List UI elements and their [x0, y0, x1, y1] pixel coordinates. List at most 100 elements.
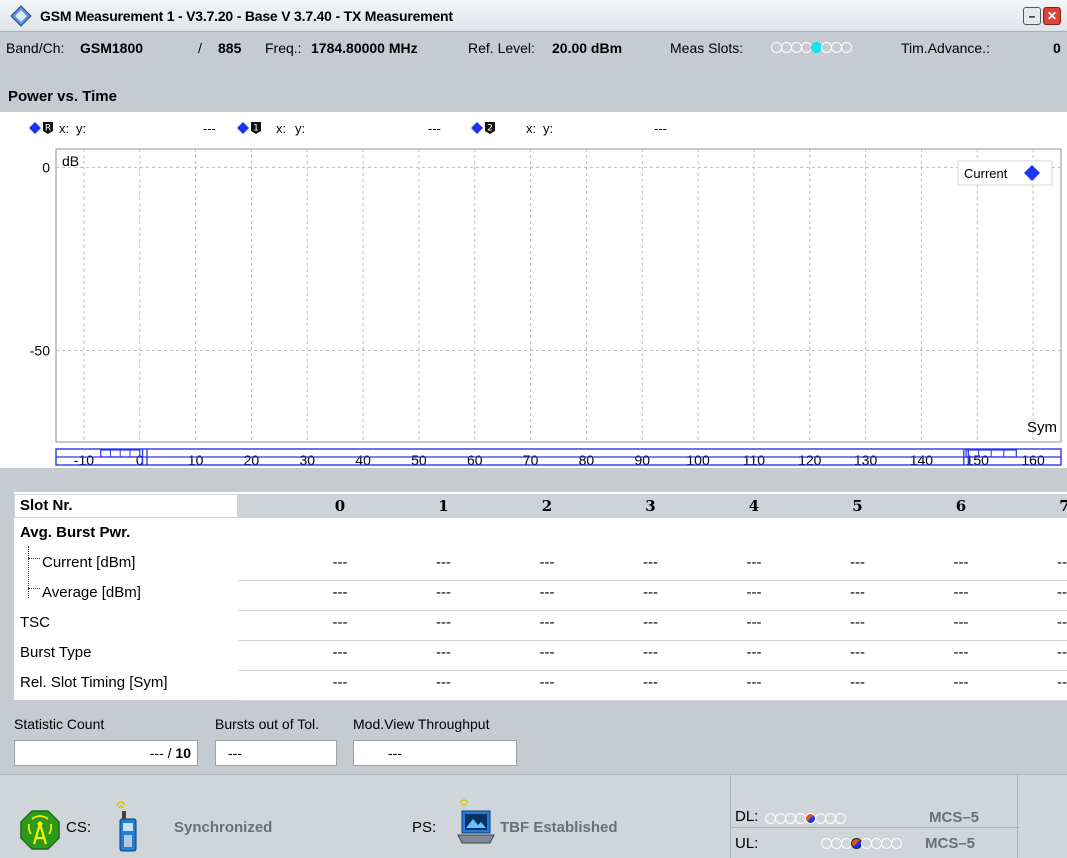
meas-slot-dot[interactable] — [841, 42, 852, 53]
slot-dot — [891, 838, 902, 849]
window-titlebar: GSM Measurement 1 - V3.7.20 - Base V 3.7… — [0, 0, 1067, 32]
slot-number-header: 4 — [748, 497, 760, 515]
freq-label: Freq.: — [265, 40, 302, 56]
mod-view-throughput-label: Mod.View Throughput — [353, 716, 490, 732]
minimize-icon: – — [1028, 9, 1036, 23]
bursts-out-of-tol-value: --- — [228, 745, 242, 761]
legend-entry-label: Current — [964, 166, 1008, 181]
mobile-phone-icon — [116, 801, 137, 852]
close-icon: ✕ — [1046, 9, 1058, 23]
connection-status-bar: CS: Synchronized PS: TBF Established DL:… — [0, 774, 1067, 858]
slot-table-panel: Slot Nr. 0 1 2 3 4 5 6 7 Avg. Burst Pwr. Current [… — [0, 468, 1067, 704]
dl-ul-panel: DL: MCS–5 UL: MCS–5 — [730, 775, 1019, 858]
plot-frame — [55, 148, 1062, 443]
slot-value: --- — [539, 614, 555, 631]
slot-number-header: 2 — [541, 497, 553, 515]
slot-value: --- — [1057, 554, 1067, 571]
slot-value: --- — [643, 584, 658, 601]
slot-value: --- — [850, 674, 865, 691]
row-divider — [238, 610, 1067, 611]
row-label: Rel. Slot Timing [Sym] — [20, 674, 168, 691]
y-tick-label: 0 — [42, 159, 50, 175]
slot-value: --- — [850, 644, 865, 661]
slot-value: --- — [1057, 644, 1067, 661]
row-label: Average [dBm] — [42, 584, 141, 601]
slot-value: --- — [332, 674, 348, 691]
slot-value: --- — [539, 554, 555, 571]
window-title: GSM Measurement 1 - V3.7.20 - Base V 3.7… — [40, 7, 453, 24]
row-divider — [238, 670, 1067, 671]
slot-value: --- — [746, 674, 762, 691]
ul-label: UL: — [735, 835, 759, 852]
statistics-area: Statistic Count Bursts out of Tol. Mod.V… — [0, 704, 1067, 770]
slot-number-header: 1 — [438, 497, 449, 515]
meas-slots-label: Meas Slots: — [670, 40, 744, 56]
slot-value: --- — [1057, 584, 1067, 601]
ul-slot-indicator — [821, 838, 902, 849]
slot-number-header: 6 — [955, 497, 967, 515]
tree-branch — [28, 588, 40, 589]
row-label: Current [dBm] — [42, 554, 136, 571]
band-value[interactable]: GSM1800 — [80, 40, 143, 56]
slot-value: --- — [539, 584, 555, 601]
meas-slots-indicator[interactable] — [771, 42, 852, 53]
slot-value: --- — [953, 644, 969, 661]
slot-results-table: Slot Nr. 0 1 2 3 4 5 6 7 Avg. Burst Pwr. Current [… — [14, 492, 1067, 701]
section-title: Power vs. Time — [8, 88, 117, 105]
tree-connector — [28, 546, 40, 598]
slot-value: --- — [850, 584, 865, 601]
slot-value: --- — [746, 614, 762, 631]
minimize-button[interactable]: – — [1023, 7, 1041, 25]
power-vs-time-panel: R x: y: --- 1 x: y: --- 2 x: y: --- -10 0… — [0, 112, 1067, 468]
slot-dot — [835, 813, 846, 824]
slot-value: --- — [643, 554, 658, 571]
y-axis-label: dB — [62, 153, 79, 169]
statistic-count-total: 10 — [175, 745, 191, 761]
slot-value: --- — [1057, 674, 1067, 691]
row-label: Burst Type — [20, 644, 92, 661]
freq-value[interactable]: 1784.80000 MHz — [311, 40, 418, 56]
slot-value: --- — [436, 674, 451, 691]
slot-value: --- — [850, 554, 865, 571]
y-tick-label: -50 — [30, 342, 50, 358]
channel-separator: / — [198, 40, 202, 56]
slot-value: --- — [746, 584, 762, 601]
tim-advance-label: Tim.Advance.: — [901, 40, 990, 56]
slot-value: --- — [643, 614, 658, 631]
band-label: Band/Ch: — [6, 40, 65, 56]
row-divider — [238, 640, 1067, 641]
slot-value: --- — [436, 554, 451, 571]
measurement-info-bar: Band/Ch: GSM1800 / 885 Freq.: 1784.80000… — [0, 32, 1067, 105]
slot-value: --- — [539, 644, 555, 661]
close-button[interactable]: ✕ — [1043, 7, 1061, 25]
slot-number-header: 3 — [645, 497, 656, 515]
dl-mcs: MCS–5 — [929, 809, 980, 826]
slot-value: --- — [332, 554, 348, 571]
row-label: TSC — [20, 614, 50, 631]
dl-ul-divider — [731, 827, 1019, 828]
slot-value: --- — [953, 674, 969, 691]
slot-value: --- — [953, 554, 969, 571]
slot-value: --- — [953, 614, 969, 631]
mod-view-throughput-value: --- — [388, 745, 402, 761]
cs-state: Synchronized — [174, 819, 273, 836]
statistic-count-field[interactable]: --- / 10 — [14, 740, 198, 766]
slot-value: --- — [850, 614, 865, 631]
slot-value: --- — [332, 584, 348, 601]
tree-branch — [28, 558, 40, 559]
statistic-count-label: Statistic Count — [14, 716, 105, 732]
power-vs-time-chart[interactable]: -10 0 10 20 30 40 50 60 70 80 90 100 110 120 130 140 150… — [0, 112, 1067, 468]
slot-value: --- — [332, 614, 348, 631]
slot-value: --- — [643, 644, 658, 661]
bursts-out-of-tol-field: --- — [215, 740, 337, 766]
antenna-tower-icon — [20, 810, 60, 850]
slot-value: --- — [643, 674, 658, 691]
cs-label: CS: — [66, 819, 92, 836]
ref-level-value[interactable]: 20.00 dBm — [552, 40, 622, 56]
slot-value: --- — [746, 644, 762, 661]
dl-label: DL: — [735, 808, 759, 825]
row-divider — [238, 580, 1067, 581]
mod-view-throughput-field: --- — [353, 740, 517, 766]
channel-value[interactable]: 885 — [218, 40, 241, 56]
laptop-icon — [457, 799, 495, 844]
